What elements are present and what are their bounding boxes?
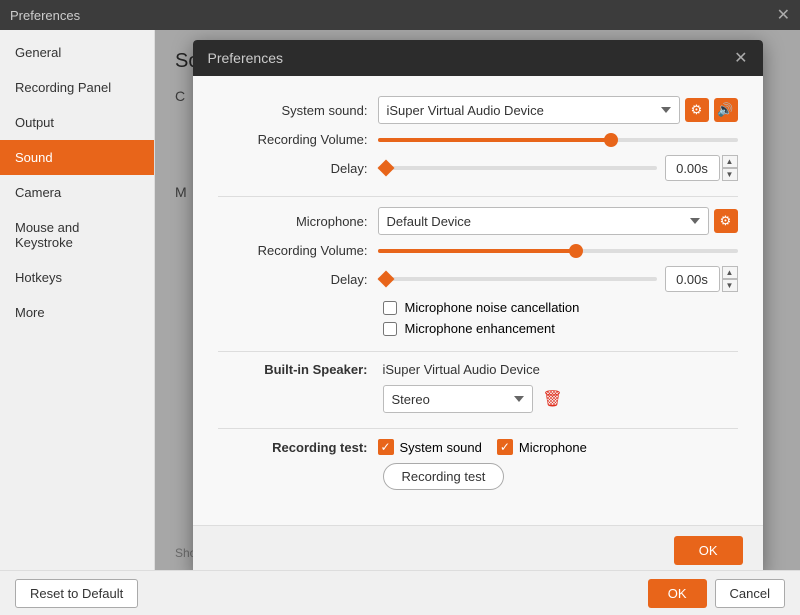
- bottom-bar: Reset to Default OK Cancel: [0, 570, 800, 615]
- microphone-delay-down[interactable]: ▼: [722, 279, 738, 292]
- microphone-enhancement-label: Microphone enhancement: [405, 321, 555, 336]
- microphone-volume-slider[interactable]: [378, 249, 738, 253]
- title-bar-close-button[interactable]: ✕: [777, 5, 790, 25]
- sidebar-item-hotkeys[interactable]: Hotkeys: [0, 260, 154, 295]
- sidebar-item-output[interactable]: Output: [0, 105, 154, 140]
- microphone-gear-icon[interactable]: ⚙: [714, 209, 738, 233]
- microphone-delay-input[interactable]: [665, 266, 720, 292]
- noise-cancellation-label: Microphone noise cancellation: [405, 300, 580, 315]
- recording-test-section: Recording test: ✓ System sound ✓ Microph…: [218, 439, 738, 490]
- system-sound-label: System sound:: [218, 103, 378, 118]
- recording-test-checkboxes-row: Recording test: ✓ System sound ✓ Microph…: [218, 439, 738, 455]
- sidebar-item-more[interactable]: More: [0, 295, 154, 330]
- microphone-section: Microphone: Default Device ⚙ Recording V…: [218, 207, 738, 336]
- system-sound-delay-up[interactable]: ▲: [722, 155, 738, 168]
- system-sound-delay-spinner: ▲ ▼: [722, 155, 738, 181]
- system-sound-select[interactable]: iSuper Virtual Audio Device: [378, 96, 680, 124]
- builtin-speaker-value: iSuper Virtual Audio Device: [383, 362, 540, 377]
- sidebar-item-recording-panel[interactable]: Recording Panel: [0, 70, 154, 105]
- recording-test-button[interactable]: Recording test: [383, 463, 505, 490]
- system-sound-delay-thumb[interactable]: [377, 160, 394, 177]
- sidebar-item-general[interactable]: General: [0, 35, 154, 70]
- recording-test-system-sound-label: System sound: [400, 440, 482, 455]
- builtin-speaker-row: Built-in Speaker: iSuper Virtual Audio D…: [218, 362, 738, 377]
- section-divider-1: [218, 196, 738, 197]
- builtin-speaker-section: Built-in Speaker: iSuper Virtual Audio D…: [218, 362, 738, 413]
- stereo-row: Stereo 🗑: [383, 385, 738, 413]
- section-divider-3: [218, 428, 738, 429]
- system-sound-delay-slider[interactable]: [378, 166, 657, 170]
- recording-test-microphone-label: Microphone: [519, 440, 587, 455]
- sidebar-item-sound[interactable]: Sound: [0, 140, 154, 175]
- microphone-delay-row: Delay: ▲ ▼: [218, 266, 738, 292]
- microphone-delay-track[interactable]: [378, 277, 657, 281]
- stereo-select[interactable]: Stereo: [383, 385, 533, 413]
- microphone-delay-spinner: ▲ ▼: [722, 266, 738, 292]
- microphone-enhancement-checkbox[interactable]: [383, 322, 397, 336]
- microphone-delay-slider[interactable]: [378, 277, 657, 281]
- sidebar-item-mouse-keystroke[interactable]: Mouse and Keystroke: [0, 210, 154, 260]
- system-sound-volume-thumb[interactable]: [604, 133, 618, 147]
- microphone-volume-fill: [378, 249, 576, 253]
- system-sound-volume-slider[interactable]: [378, 138, 738, 142]
- noise-cancellation-checkbox[interactable]: [383, 301, 397, 315]
- microphone-delay-up[interactable]: ▲: [722, 266, 738, 279]
- microphone-volume-thumb[interactable]: [569, 244, 583, 258]
- system-sound-row: System sound: iSuper Virtual Audio Devic…: [218, 96, 738, 124]
- modal-footer: OK: [193, 525, 763, 570]
- microphone-volume-track[interactable]: [378, 249, 738, 253]
- bottom-right-buttons: OK Cancel: [648, 579, 785, 608]
- noise-cancellation-row: Microphone noise cancellation: [383, 300, 738, 315]
- microphone-enhancement-row: Microphone enhancement: [383, 321, 738, 336]
- system-sound-delay-input[interactable]: [665, 155, 720, 181]
- modal-body: System sound: iSuper Virtual Audio Devic…: [193, 76, 763, 525]
- system-sound-delay-label: Delay:: [218, 161, 378, 176]
- system-sound-speaker-icon[interactable]: 🔊: [714, 98, 738, 122]
- microphone-volume-row: Recording Volume:: [218, 243, 738, 258]
- sidebar: General Recording Panel Output Sound Cam…: [0, 30, 155, 570]
- microphone-label: Microphone:: [218, 214, 378, 229]
- recording-test-btn-row: Recording test: [383, 463, 738, 490]
- system-sound-volume-fill: [378, 138, 612, 142]
- microphone-delay-thumb[interactable]: [377, 271, 394, 288]
- system-sound-volume-label: Recording Volume:: [218, 132, 378, 147]
- modal-overlay: Preferences ✕ System sound: iSuper Virtu…: [155, 30, 800, 570]
- system-sound-volume-row: Recording Volume:: [218, 132, 738, 147]
- recording-test-microphone-checkbox[interactable]: ✓: [497, 439, 513, 455]
- system-sound-delay-down[interactable]: ▼: [722, 168, 738, 181]
- recording-test-system-sound-checkbox[interactable]: ✓: [378, 439, 394, 455]
- modal-header: Preferences ✕: [193, 40, 763, 76]
- recording-test-label: Recording test:: [218, 440, 378, 455]
- title-bar: Preferences ✕: [0, 0, 800, 30]
- section-divider-2: [218, 351, 738, 352]
- microphone-delay-label: Delay:: [218, 272, 378, 287]
- modal-title: Preferences: [208, 50, 283, 66]
- preferences-modal: Preferences ✕ System sound: iSuper Virtu…: [193, 40, 763, 570]
- system-sound-volume-track[interactable]: [378, 138, 738, 142]
- modal-ok-button[interactable]: OK: [674, 536, 743, 565]
- content-area: Sound C M Show the left or right click s…: [155, 30, 800, 570]
- sidebar-item-camera[interactable]: Camera: [0, 175, 154, 210]
- microphone-delay-input-group: ▲ ▼: [665, 266, 738, 292]
- ok-button[interactable]: OK: [648, 579, 707, 608]
- reset-to-default-button[interactable]: Reset to Default: [15, 579, 138, 608]
- app-title: Preferences: [10, 8, 80, 23]
- builtin-speaker-label: Built-in Speaker:: [218, 362, 378, 377]
- modal-close-button[interactable]: ✕: [734, 48, 747, 68]
- microphone-row: Microphone: Default Device ⚙: [218, 207, 738, 235]
- system-sound-delay-input-group: ▲ ▼: [665, 155, 738, 181]
- main-area: General Recording Panel Output Sound Cam…: [0, 30, 800, 570]
- system-sound-delay-track[interactable]: [378, 166, 657, 170]
- system-sound-gear-icon[interactable]: ⚙: [685, 98, 709, 122]
- microphone-select[interactable]: Default Device: [378, 207, 709, 235]
- system-sound-delay-row: Delay: ▲ ▼: [218, 155, 738, 181]
- cancel-button[interactable]: Cancel: [715, 579, 785, 608]
- system-sound-section: System sound: iSuper Virtual Audio Devic…: [218, 96, 738, 181]
- delete-icon[interactable]: 🗑: [541, 387, 565, 411]
- microphone-volume-label: Recording Volume:: [218, 243, 378, 258]
